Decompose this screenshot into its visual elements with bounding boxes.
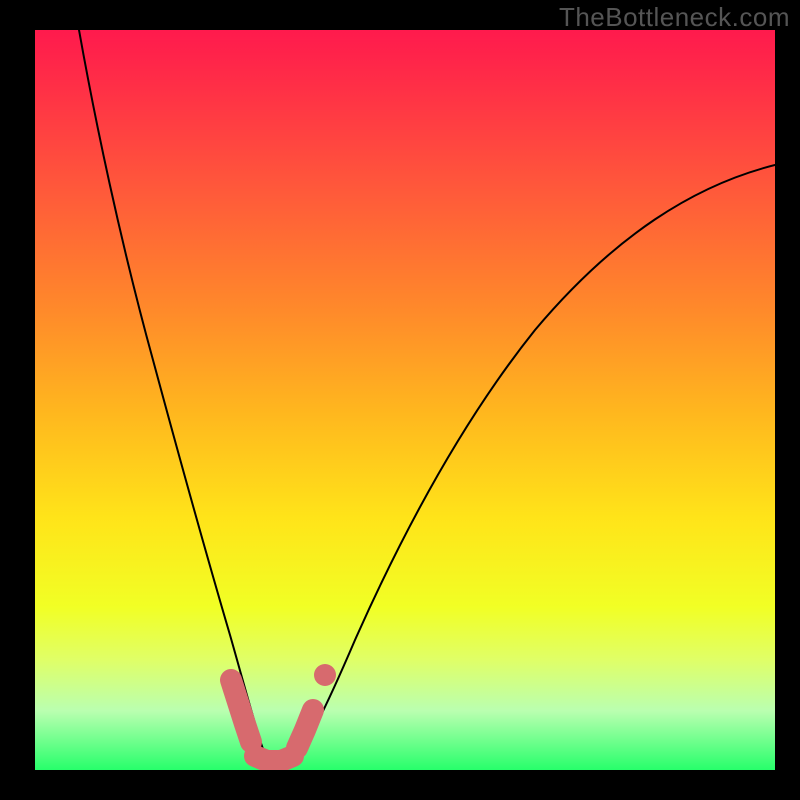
watermark-text: TheBottleneck.com: [559, 2, 790, 33]
chart-svg: [35, 30, 775, 770]
highlight-right-segment: [297, 710, 313, 748]
left-curve: [79, 30, 271, 762]
right-curve: [292, 165, 775, 762]
highlight-left-segment: [231, 680, 251, 742]
highlight-bottom-segment: [255, 756, 293, 761]
highlight-end-dot: [314, 664, 336, 686]
plot-area: [35, 30, 775, 770]
chart-frame: TheBottleneck.com: [0, 0, 800, 800]
